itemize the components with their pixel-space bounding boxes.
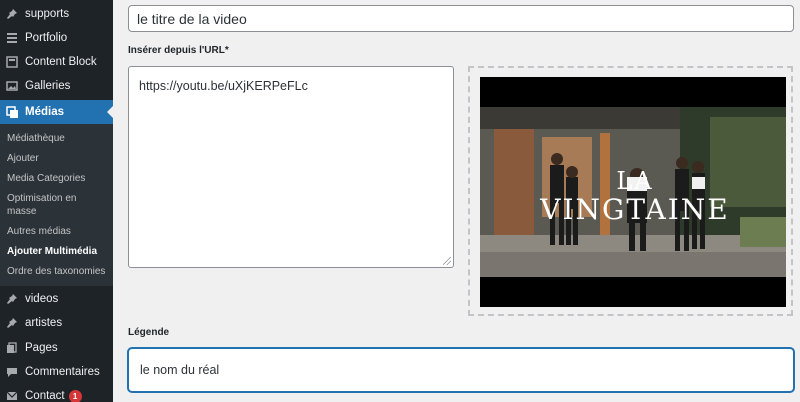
pin-icon [5,316,19,330]
submenu-item-mediatheque[interactable]: Médiathèque [7,132,111,145]
main-content: le titre de la video Insérer depuis l'UR… [113,0,800,402]
menu-label: Portfolio [25,32,68,44]
caption-input[interactable]: le nom du réal [128,348,794,392]
menu-label: Commentaires [25,366,100,378]
media-submenu: Médiathèque Ajouter Media Categories Opt… [0,124,113,286]
menu-label: videos [25,293,59,305]
submenu-item-media-categories[interactable]: Media Categories [7,172,111,185]
menu-label: artistes [25,317,63,329]
gallery-icon [5,79,19,93]
video-preview[interactable]: LA VINGTAINE [480,77,786,307]
submenu-item-ordre-taxonomies[interactable]: Ordre des taxonomies [7,265,111,278]
menu-label: Content Block [25,56,97,68]
submenu-item-ajouter[interactable]: Ajouter [7,152,111,165]
url-label: Insérer depuis l'URL* [128,45,229,56]
menu-label: Pages [25,342,58,354]
url-value: https://youtu.be/uXjKERPeFLc [139,79,308,93]
video-preview-frame: LA VINGTAINE [468,66,793,316]
url-textarea[interactable]: https://youtu.be/uXjKERPeFLc [128,66,454,268]
menu-item-artistes[interactable]: artistes [0,312,113,334]
menu-item-videos[interactable]: videos [0,288,113,310]
pin-icon [5,7,19,21]
menu-label: supports [25,8,70,20]
menu-label: Médias [25,106,64,118]
submenu-item-ajouter-multimedia[interactable]: Ajouter Multimédia [7,245,111,258]
submenu-item-autres-medias[interactable]: Autres médias [7,225,111,238]
menu-item-medias[interactable]: Médias [0,100,113,124]
pages-icon [5,341,19,355]
comment-icon [5,365,19,379]
admin-sidebar: supports Portfolio Content Block Galleri… [0,0,113,402]
portfolio-icon [5,31,19,45]
content-block-icon [5,55,19,69]
menu-label: Contact [25,390,65,402]
notification-badge: 1 [68,389,82,402]
media-icon [5,105,19,119]
pin-icon [5,292,19,306]
overlay-title-line2: VINGTAINE [539,193,730,226]
menu-label: Galleries [25,80,71,92]
menu-item-portfolio[interactable]: Portfolio [0,27,113,49]
menu-item-contact[interactable]: Contact 1 [0,385,113,402]
menu-item-commentaires[interactable]: Commentaires [0,361,113,383]
title-input[interactable]: le titre de la video [128,5,794,32]
submenu-item-optimisation[interactable]: Optimisation en masse [7,192,87,218]
menu-item-galleries[interactable]: Galleries [0,75,113,97]
mail-icon [5,389,19,402]
video-thumbnail: LA VINGTAINE [480,107,786,277]
caption-label: Légende [128,327,170,338]
menu-item-content-block[interactable]: Content Block [0,51,113,73]
overlay-title-line1: LA [616,167,653,195]
menu-item-supports[interactable]: supports [0,3,113,25]
resize-handle[interactable] [443,257,451,265]
menu-item-pages[interactable]: Pages [0,337,113,359]
